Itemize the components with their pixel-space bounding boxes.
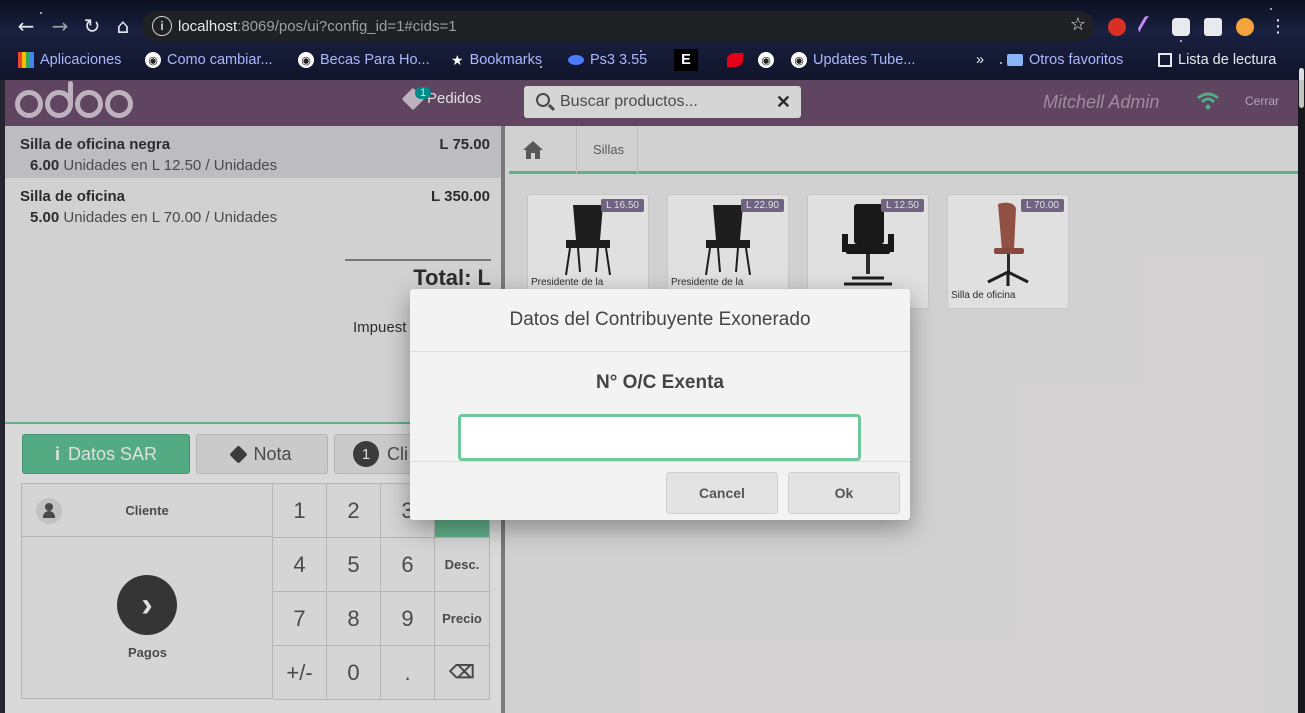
address-bar[interactable]: i localhost:8069/pos/ui?config_id=1#cids… bbox=[142, 11, 1094, 41]
site-info-icon[interactable]: i bbox=[152, 16, 172, 36]
url-host: localhost bbox=[178, 17, 238, 35]
reload-icon[interactable]: ↻ bbox=[80, 14, 104, 38]
bookmark-updates-tube[interactable]: ◉ Updates Tube... bbox=[791, 49, 915, 71]
bookmark-star-icon[interactable]: ☆ bbox=[1070, 14, 1086, 35]
home-icon[interactable]: ⌂ bbox=[111, 14, 135, 38]
bookmark-ps3[interactable]: Ps3 3.55 bbox=[568, 49, 647, 71]
forward-icon[interactable]: → bbox=[48, 14, 72, 38]
gmail-extension-icon[interactable] bbox=[1108, 18, 1126, 36]
bookmark-e-site[interactable]: E bbox=[674, 49, 698, 71]
bookmark-como-cambiar[interactable]: ◉ Como cambiar... bbox=[145, 49, 273, 71]
overflow-label: » bbox=[976, 52, 985, 68]
apps-grid-icon bbox=[18, 52, 34, 68]
pen-extension-icon[interactable] bbox=[1136, 14, 1162, 40]
cast-extension-icon[interactable] bbox=[1172, 18, 1190, 36]
folder-icon bbox=[1007, 54, 1023, 66]
ps3-icon bbox=[568, 55, 584, 65]
cancel-button[interactable]: Cancel bbox=[666, 472, 778, 514]
exempt-po-label: N° O/C Exenta bbox=[596, 372, 724, 393]
back-icon[interactable]: ← bbox=[14, 14, 38, 38]
folder-label: Otros favoritos bbox=[1029, 52, 1124, 68]
reading-list-label: Lista de lectura bbox=[1178, 52, 1277, 68]
dialog-footer: Cancel Ok bbox=[410, 461, 910, 520]
e-logo-icon: E bbox=[674, 49, 698, 71]
star-icon: ★ bbox=[451, 51, 464, 68]
bookmark-apps[interactable]: Aplicaciones bbox=[18, 49, 121, 71]
ok-button[interactable]: Ok bbox=[788, 472, 900, 514]
bookmark-label: Becas Para Ho... bbox=[320, 52, 430, 68]
bookmark-bookmarks[interactable]: ★ Bookmarks bbox=[451, 49, 542, 71]
globe-icon: ◉ bbox=[145, 52, 161, 68]
bookmark-globe[interactable]: ◉ bbox=[758, 49, 774, 71]
exonerated-taxpayer-dialog: Datos del Contribuyente Exonerado N° O/C… bbox=[410, 289, 910, 520]
url-path: :8069/pos/ui?config_id=1#cids=1 bbox=[237, 17, 457, 35]
globe-icon: ◉ bbox=[758, 52, 774, 68]
bookmark-label: Como cambiar... bbox=[167, 52, 273, 68]
toolbar: ← → ↻ ⌂ i localhost:8069/pos/ui?config_i… bbox=[0, 8, 1305, 44]
puzzle-extensions-icon[interactable] bbox=[1204, 18, 1222, 36]
bookmark-becas[interactable]: ◉ Becas Para Ho... bbox=[298, 49, 430, 71]
bookmark-label: Aplicaciones bbox=[40, 52, 122, 68]
bookmark-label: Updates Tube... bbox=[813, 52, 916, 68]
dialog-title: Datos del Contribuyente Exonerado bbox=[410, 289, 910, 352]
reading-list-icon bbox=[1158, 53, 1172, 67]
browser-chrome: ← → ↻ ⌂ i localhost:8069/pos/ui?config_i… bbox=[0, 0, 1305, 80]
exempt-po-input[interactable] bbox=[458, 414, 861, 461]
bookmark-label: Bookmarks bbox=[469, 52, 543, 68]
globe-icon: ◉ bbox=[298, 52, 314, 68]
reading-list-button[interactable]: Lista de lectura bbox=[1158, 49, 1276, 71]
red-logo-icon bbox=[727, 53, 743, 67]
bookmarks-overflow-button[interactable]: » bbox=[976, 49, 984, 71]
bookmarks-bar: Aplicaciones ◉ Como cambiar... ◉ Becas P… bbox=[0, 46, 1305, 72]
profile-avatar-icon[interactable] bbox=[1236, 18, 1254, 36]
bookmark-red-site[interactable] bbox=[727, 49, 743, 71]
globe-icon: ◉ bbox=[791, 52, 807, 68]
other-favorites-folder[interactable]: Otros favoritos bbox=[1007, 49, 1123, 71]
bookmark-label: Ps3 3.55 bbox=[590, 52, 648, 68]
browser-menu-icon[interactable]: ⋮ bbox=[1266, 14, 1290, 38]
